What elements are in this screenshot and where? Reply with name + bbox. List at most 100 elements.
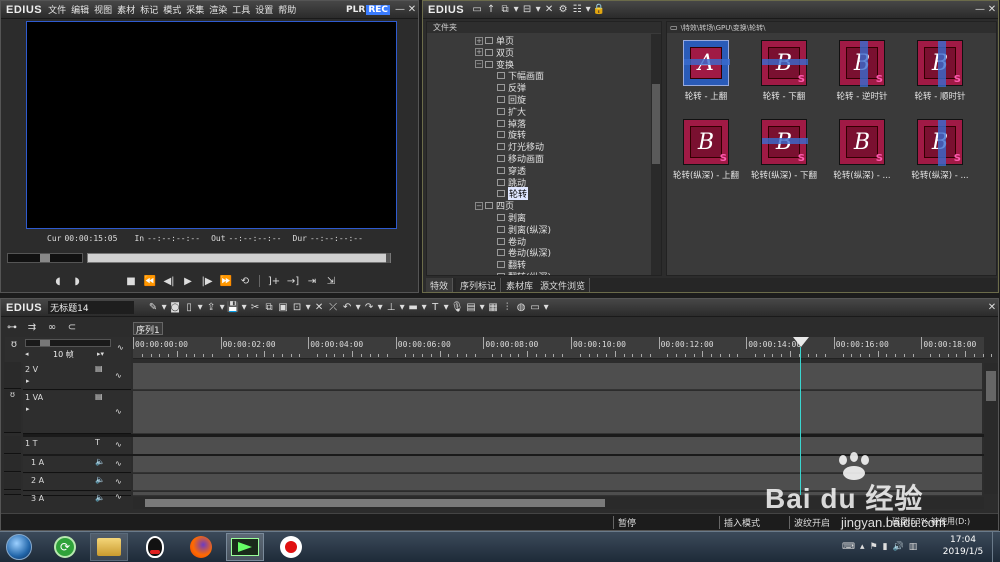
track-wave-icon[interactable]: ∿ [115, 371, 122, 380]
track-lock-icon[interactable]: ʊ [7, 337, 21, 351]
ruler-wave-icon[interactable]: ∿ [117, 343, 124, 352]
play-icon[interactable]: ▶ [181, 274, 195, 288]
snap-icon[interactable]: ⊂ [65, 320, 79, 334]
new-sequence-icon[interactable]: ✎ [146, 301, 160, 315]
volume-icon[interactable]: 🔊 [893, 542, 904, 552]
track-view-icon[interactable]: ▤ [95, 364, 103, 373]
open-project-icon[interactable]: ⇪ [204, 301, 218, 315]
menu-item-8[interactable]: 工具 [232, 3, 250, 16]
filter-icon[interactable]: ⊟ [520, 3, 534, 17]
track-header[interactable]: 1 T T ∿ [23, 437, 131, 455]
menu-item-5[interactable]: 模式 [163, 3, 181, 16]
effect-thumbnail[interactable]: BS [839, 119, 885, 165]
overwrite-icon[interactable]: →] [286, 274, 300, 288]
title-icon[interactable]: T [428, 301, 442, 315]
dropdown-icon-3[interactable]: ▾ [584, 3, 592, 17]
speaker-icon[interactable]: 🔈 [95, 457, 105, 466]
dropdown-icon-9[interactable]: ▾ [376, 301, 384, 315]
paste-insert-icon[interactable]: ⊡ [290, 301, 304, 315]
zoom-right-icon[interactable]: ▸▾ [97, 350, 104, 358]
timeline-ruler[interactable]: 00:00:00:00 00:00:02:00 00:00:04:00 00:00:0… [133, 337, 993, 359]
sync-icon[interactable]: ⊶ [5, 320, 19, 334]
track-header[interactable]: 2 V ▤ ∿ ▸ [23, 363, 131, 390]
up-folder-icon[interactable]: ↑ [484, 3, 498, 17]
dropdown-icon-14[interactable]: ▾ [542, 301, 550, 315]
microphone-icon[interactable]: 🎙 [450, 301, 464, 315]
close-icon[interactable]: ✕ [406, 4, 418, 15]
expand-icon[interactable]: + [475, 36, 483, 45]
track-header[interactable]: 1 A 🔈 ∿ [23, 456, 131, 473]
taskbar-app-qq[interactable] [136, 533, 174, 561]
start-button[interactable] [2, 533, 36, 561]
dropdown-icon-4[interactable]: ▾ [196, 301, 204, 315]
effect-thumbnail[interactable]: BS [917, 119, 963, 166]
expand-icon[interactable]: + [475, 48, 483, 57]
track-wave-icon[interactable]: ∿ [115, 477, 122, 486]
track-area[interactable] [133, 391, 982, 434]
dropdown-icon-5[interactable]: ▾ [218, 301, 226, 315]
effect-thumbnail[interactable]: BS [761, 40, 808, 86]
track-header[interactable]: 3 A 🔈 ∿ [23, 492, 131, 503]
vectorscope-icon[interactable]: ◍ [514, 301, 528, 315]
expand-track-icon[interactable]: ▸ [26, 377, 30, 385]
shuttle-slider[interactable] [7, 253, 83, 263]
dropdown-icon-13[interactable]: ▾ [478, 301, 486, 315]
menu-item-3[interactable]: 素材 [117, 3, 135, 16]
menu-item-7[interactable]: 渲染 [209, 3, 227, 16]
set-out-icon[interactable]: ◗ [70, 274, 84, 288]
step-forward-icon[interactable]: |▶ [200, 274, 214, 288]
effects-tab[interactable]: 序列标记 [456, 278, 502, 292]
track-wave-icon[interactable]: ∿ [115, 459, 122, 468]
set-in-icon[interactable]: ◖ [51, 274, 65, 288]
mixer-icon[interactable]: ⫶ [500, 301, 514, 315]
battery-icon[interactable]: ▮ [883, 542, 888, 552]
expand-track-icon[interactable]: ▸ [26, 405, 30, 413]
menu-item-9[interactable]: 设置 [255, 3, 273, 16]
dropdown-icon-6[interactable]: ▾ [240, 301, 248, 315]
rec-toggle[interactable]: REC [366, 4, 390, 15]
track-wave-icon[interactable]: ∿ [115, 440, 122, 449]
new-folder-icon[interactable]: ⧉ [498, 3, 512, 17]
menu-item-0[interactable]: 文件 [48, 3, 66, 16]
track-lock[interactable] [4, 491, 21, 495]
effects-close-icon[interactable]: ✕ [986, 4, 998, 15]
flag-icon[interactable]: ⚑ [870, 542, 878, 552]
group-icon[interactable]: ⇉ [25, 320, 39, 334]
new-project-icon[interactable]: ▯ [182, 301, 196, 315]
layout-icon[interactable]: ▭ [528, 301, 542, 315]
plr-toggle[interactable]: PLR [346, 5, 365, 15]
network-icon[interactable]: ▥ [909, 542, 918, 552]
paste-icon[interactable]: ▣ [276, 301, 290, 315]
cut-icon[interactable]: ✂ [248, 301, 262, 315]
delete-clip-icon[interactable]: ✕ [312, 301, 326, 315]
collapse-icon[interactable]: − [475, 201, 483, 210]
view-mode-icon[interactable]: ☷ [570, 3, 584, 17]
tree-item[interactable]: 翻转(纵深) [497, 270, 551, 275]
effect-thumbnail[interactable]: BS [917, 40, 963, 87]
track-view-icon[interactable]: ▤ [95, 392, 103, 401]
dropdown-icon-11[interactable]: ▾ [420, 301, 428, 315]
tray-expand-icon[interactable]: ▴ [860, 542, 865, 552]
title-track-icon[interactable]: T [95, 438, 100, 447]
dropdown-icon-8[interactable]: ▾ [354, 301, 362, 315]
copy-icon[interactable]: ⧉ [262, 301, 276, 315]
effect-thumbnail[interactable]: BS [839, 40, 885, 87]
dropdown-icon-12[interactable]: ▾ [442, 301, 450, 315]
timeline-close-icon[interactable]: ✕ [986, 302, 998, 313]
keyboard-icon[interactable]: ⌨ [842, 542, 855, 552]
dropdown-icon-10[interactable]: ▾ [398, 301, 406, 315]
settings-icon[interactable]: ▾ [160, 301, 168, 315]
ripple-delete-icon[interactable]: ⤫ [326, 301, 340, 315]
track-area[interactable] [133, 363, 982, 390]
taskbar-app-refresh[interactable]: ⟳ [46, 533, 84, 561]
zoom-slider[interactable] [25, 339, 111, 347]
sequence-tab[interactable]: 序列1 [133, 322, 163, 336]
minimize-icon[interactable]: — [394, 4, 406, 15]
effects-tab[interactable]: 素材库 [502, 278, 539, 292]
multicam-icon[interactable]: ▦ [486, 301, 500, 315]
menu-item-6[interactable]: 采集 [186, 3, 204, 16]
save-icon[interactable]: 💾 [226, 301, 240, 315]
dropdown-icon[interactable]: ▾ [512, 3, 520, 17]
rewind-icon[interactable]: ⏪ [143, 274, 157, 288]
zoom-left-icon[interactable]: ◂ [25, 350, 29, 358]
